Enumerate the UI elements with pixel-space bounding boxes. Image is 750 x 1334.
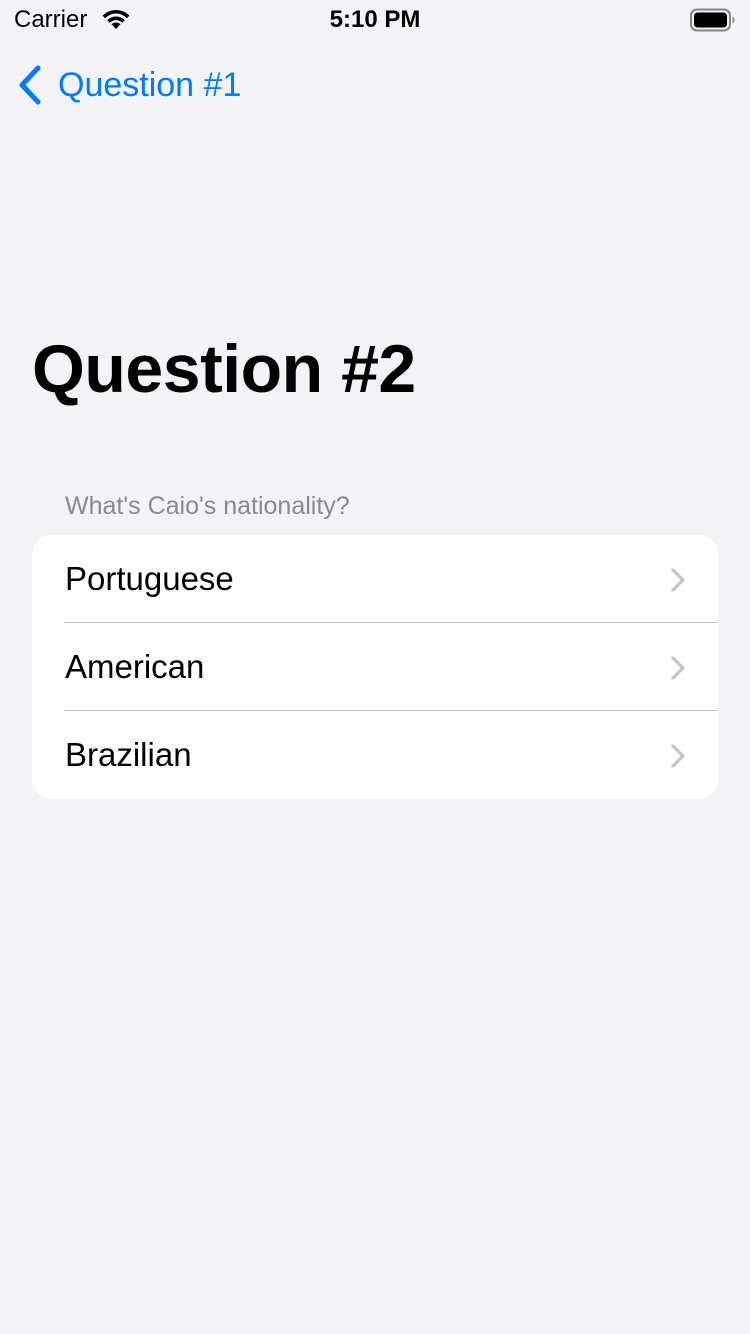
option-row-american[interactable]: American (32, 623, 718, 711)
back-button[interactable]: Question #1 (16, 60, 241, 110)
option-label: Brazilian (65, 736, 192, 773)
back-button-label: Question #1 (58, 66, 242, 104)
option-label: American (65, 648, 205, 685)
question-prompt: What's Caio's nationality? (65, 492, 350, 520)
status-bar: Carrier 5:10 PM (0, 0, 750, 40)
chevron-right-icon (671, 656, 685, 680)
answer-options-list: Portuguese American Brazilian (32, 535, 718, 799)
chevron-right-icon (671, 568, 685, 592)
clock-time: 5:10 PM (329, 6, 421, 33)
chevron-left-icon (19, 65, 41, 105)
option-row-brazilian[interactable]: Brazilian (32, 711, 718, 799)
page-title: Question #2 (32, 331, 416, 407)
battery-full-icon (690, 8, 735, 32)
chevron-right-icon (671, 744, 685, 768)
option-row-portuguese[interactable]: Portuguese (32, 535, 718, 623)
option-label: Portuguese (65, 560, 234, 597)
